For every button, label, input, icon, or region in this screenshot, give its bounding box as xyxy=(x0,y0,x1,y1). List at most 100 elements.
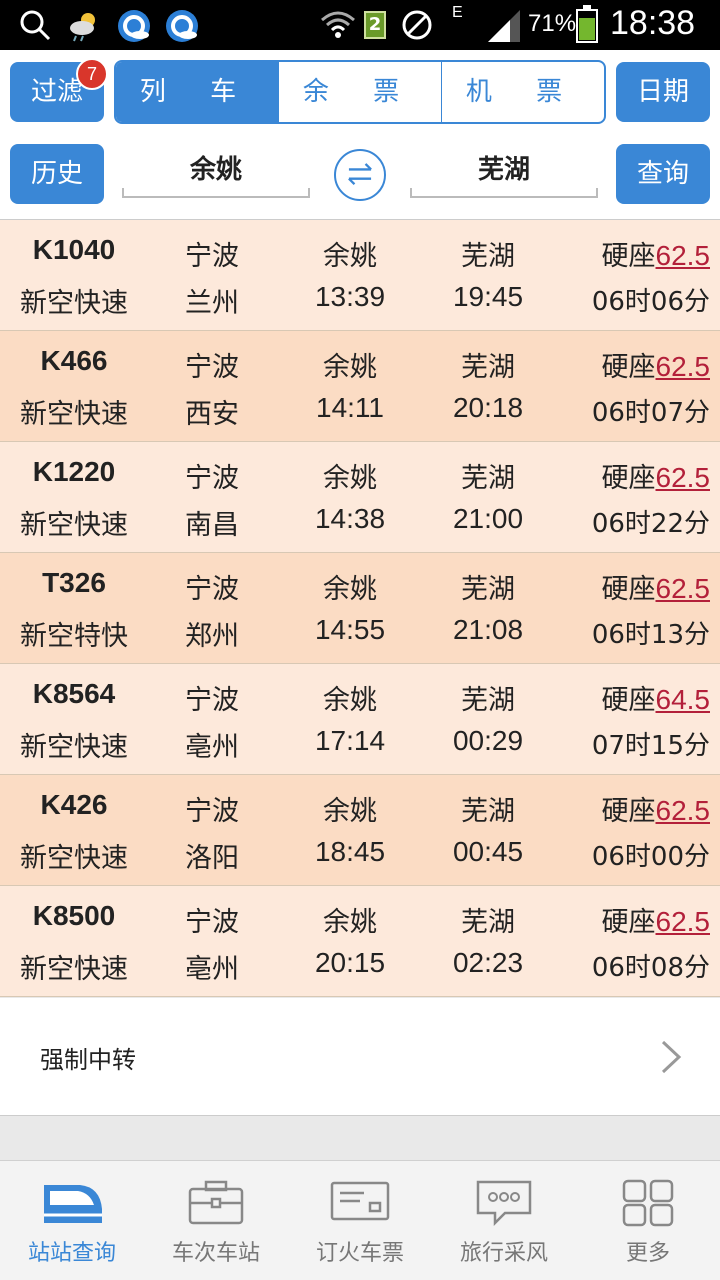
arrive-time: 00:29 xyxy=(452,725,524,756)
train-type: 新空快速 xyxy=(20,843,128,874)
nav-label: 旅行采风 xyxy=(459,1241,548,1266)
train-number: K426 xyxy=(40,789,108,820)
terminal-station: 洛阳 xyxy=(185,843,239,874)
alight-station: 芜湖 xyxy=(461,463,515,494)
terminal-station: 亳州 xyxy=(185,732,239,763)
ticket-price-link[interactable]: 62.5 xyxy=(656,240,711,271)
train-number: T326 xyxy=(42,567,106,598)
train-row[interactable]: K466 新空快速 宁波 西安 余姚 14:11 芜湖 20:18 硬座62.5… xyxy=(0,331,720,442)
train-number: K1220 xyxy=(32,456,116,487)
alight-station: 芜湖 xyxy=(461,796,515,827)
from-station-field[interactable]: 余姚 xyxy=(122,146,310,198)
terminal-station: 南昌 xyxy=(185,510,239,541)
nav-travel-photos[interactable]: 旅行采风 xyxy=(432,1161,576,1280)
ticket-price-link[interactable]: 62.5 xyxy=(656,462,711,493)
grid-icon xyxy=(622,1179,674,1227)
origin-station: 宁波 xyxy=(185,907,239,938)
history-button[interactable]: 历史 xyxy=(10,144,104,204)
origin-station: 宁波 xyxy=(185,685,239,716)
train-number: K1040 xyxy=(32,234,116,265)
train-row[interactable]: K8500 新空快速 宁波 亳州 余姚 20:15 芜湖 02:23 硬座62.… xyxy=(0,886,720,997)
board-station: 余姚 xyxy=(323,241,377,272)
tab-trains[interactable]: 列 车 xyxy=(116,62,278,122)
battery-percent: 71% xyxy=(528,10,577,37)
seat-type: 硬座 xyxy=(601,241,656,272)
nav-label: 更多 xyxy=(625,1241,670,1266)
train-type: 新空快速 xyxy=(20,510,128,541)
travel-duration: 06时00分 xyxy=(591,842,710,872)
tab-flights[interactable]: 机 票 xyxy=(441,62,604,122)
ticket-price-link[interactable]: 62.5 xyxy=(656,351,711,382)
train-row[interactable]: T326 新空特快 宁波 郑州 余姚 14:55 芜湖 21:08 硬座62.5… xyxy=(0,553,720,664)
train-number: K8500 xyxy=(32,900,116,931)
ticket-price-link[interactable]: 62.5 xyxy=(656,573,711,604)
nav-station-query[interactable]: 站站查询 xyxy=(0,1161,144,1280)
network-type: E xyxy=(452,4,463,21)
arrive-time: 02:23 xyxy=(452,947,524,978)
alight-station: 芜湖 xyxy=(461,352,515,383)
train-type: 新空快速 xyxy=(20,399,128,430)
seat-type: 硬座 xyxy=(601,352,656,383)
train-row[interactable]: K426 新空快速 宁波 洛阳 余姚 18:45 芜湖 00:45 硬座62.5… xyxy=(0,775,720,886)
arrive-time: 00:45 xyxy=(452,836,524,867)
wifi-icon xyxy=(321,11,355,38)
train-number: K466 xyxy=(40,345,108,376)
ticket-icon xyxy=(330,1181,390,1221)
origin-station: 宁波 xyxy=(185,241,239,272)
terminal-station: 兰州 xyxy=(185,288,239,319)
query-button[interactable]: 查询 xyxy=(616,144,710,204)
app-notification-icon xyxy=(118,10,150,42)
terminal-station: 郑州 xyxy=(185,621,239,652)
seat-price: 硬座62.5 xyxy=(566,789,711,828)
origin-station: 宁波 xyxy=(185,796,239,827)
origin-station: 宁波 xyxy=(185,574,239,605)
travel-duration: 06时22分 xyxy=(591,509,710,539)
ticket-price-link[interactable]: 62.5 xyxy=(656,906,711,937)
forced-transfer-row[interactable]: 强制中转 xyxy=(0,998,720,1116)
travel-duration: 06时13分 xyxy=(591,620,710,650)
train-type: 新空特快 xyxy=(20,621,128,652)
nav-train-station[interactable]: 车次车站 xyxy=(144,1161,288,1280)
ticket-price-link[interactable]: 64.5 xyxy=(656,684,711,715)
bottom-nav: 站站查询 车次车站 订火车票 旅行采风 更多 xyxy=(0,1160,720,1280)
chat-bubble-icon xyxy=(476,1180,532,1227)
depart-time: 18:45 xyxy=(314,836,386,867)
board-station: 余姚 xyxy=(323,685,377,716)
train-list: K1040 新空快速 宁波 兰州 余姚 13:39 芜湖 19:45 硬座62.… xyxy=(0,220,720,997)
train-row[interactable]: K1220 新空快速 宁波 南昌 余姚 14:38 芜湖 21:00 硬座62.… xyxy=(0,442,720,553)
to-station-field[interactable]: 芜湖 xyxy=(410,146,598,198)
origin-station: 宁波 xyxy=(185,463,239,494)
nav-more[interactable]: 更多 xyxy=(576,1161,720,1280)
forced-transfer-label: 强制中转 xyxy=(40,1046,136,1074)
board-station: 余姚 xyxy=(323,463,377,494)
seat-type: 硬座 xyxy=(601,685,656,716)
depart-time: 14:38 xyxy=(314,503,386,534)
board-station: 余姚 xyxy=(323,796,377,827)
ticket-price-link[interactable]: 62.5 xyxy=(656,795,711,826)
tab-remaining-tickets[interactable]: 余 票 xyxy=(278,62,441,122)
status-bar: 2 E 71% 18:38 xyxy=(0,0,720,50)
arrive-time: 19:45 xyxy=(452,281,524,312)
depart-time: 20:15 xyxy=(314,947,386,978)
nav-label: 订火车票 xyxy=(315,1241,404,1266)
travel-duration: 06时07分 xyxy=(591,398,710,428)
travel-duration: 06时08分 xyxy=(591,953,710,983)
train-type: 新空快速 xyxy=(20,732,128,763)
train-row[interactable]: K8564 新空快速 宁波 亳州 余姚 17:14 芜湖 00:29 硬座64.… xyxy=(0,664,720,775)
travel-duration: 07时15分 xyxy=(591,731,710,761)
depart-time: 17:14 xyxy=(314,725,386,756)
do-not-disturb-icon xyxy=(402,10,432,40)
nav-book-ticket[interactable]: 订火车票 xyxy=(288,1161,432,1280)
briefcase-icon xyxy=(188,1180,244,1225)
date-button[interactable]: 日期 xyxy=(616,62,710,122)
train-icon xyxy=(44,1185,102,1223)
depart-time: 13:39 xyxy=(314,281,386,312)
travel-duration: 06时06分 xyxy=(591,287,710,317)
nav-label: 站站查询 xyxy=(27,1241,116,1266)
signal-icon xyxy=(488,10,520,42)
train-row[interactable]: K1040 新空快速 宁波 兰州 余姚 13:39 芜湖 19:45 硬座62.… xyxy=(0,220,720,331)
arrive-time: 21:00 xyxy=(452,503,524,534)
seat-price: 硬座64.5 xyxy=(566,678,711,717)
depart-time: 14:11 xyxy=(316,392,384,423)
swap-stations-icon[interactable] xyxy=(334,149,386,201)
